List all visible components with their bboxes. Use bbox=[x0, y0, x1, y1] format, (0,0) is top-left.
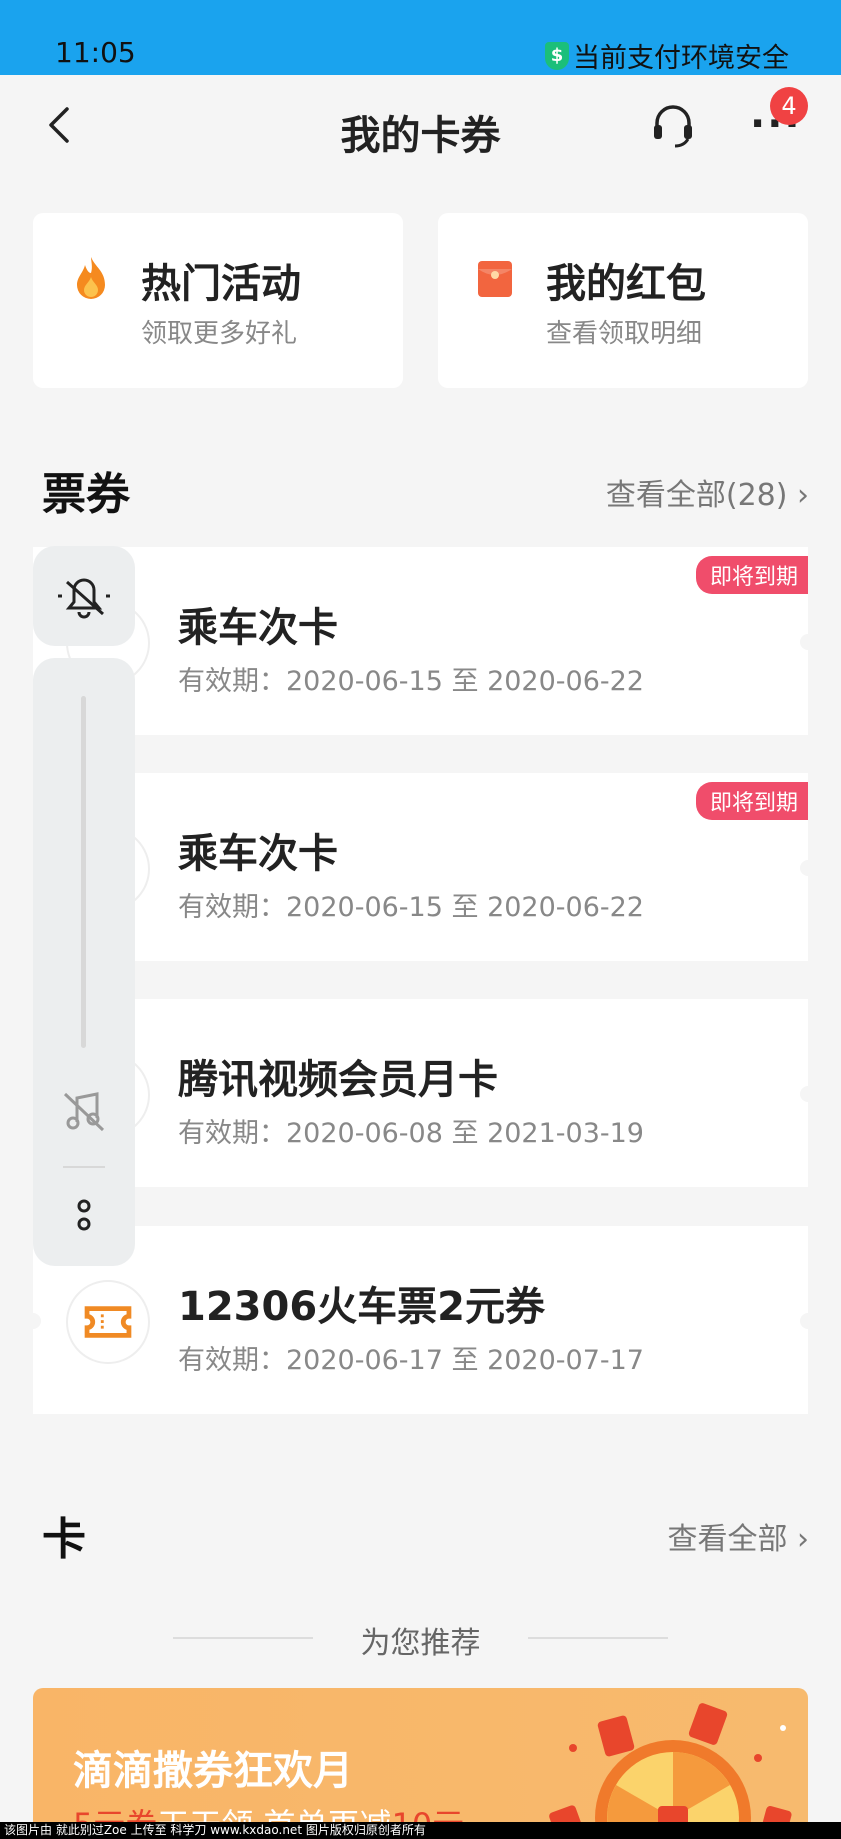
expiring-badge: 即将到期 bbox=[695, 782, 808, 820]
flame-icon bbox=[77, 257, 105, 299]
recommend-label: 为您推荐 bbox=[360, 1626, 481, 1661]
floating-mute-button[interactable] bbox=[33, 546, 135, 646]
floating-volume-panel bbox=[33, 658, 135, 1266]
nav-bar: 我的卡券 ··· 4 bbox=[0, 75, 841, 180]
cards-see-all-link[interactable]: 查看全部 › bbox=[667, 1514, 809, 1558]
notification-badge: 4 bbox=[770, 87, 808, 125]
ticket-notch bbox=[800, 1086, 816, 1102]
see-all-label: 查看全部(28) bbox=[605, 478, 788, 513]
ticket-notch bbox=[25, 1313, 41, 1329]
chevron-right-icon: › bbox=[797, 478, 809, 513]
ticket-name: 腾讯视频会员月卡 bbox=[178, 1057, 498, 1103]
tickets-section-title: 票券 bbox=[42, 469, 130, 520]
tickets-see-all-link[interactable]: 查看全部(28) › bbox=[606, 470, 809, 514]
secure-payment-indicator: $ 当前支付环境安全 bbox=[545, 36, 789, 75]
status-time: 11:05 bbox=[55, 36, 136, 69]
status-bar: 11:05 $ 当前支付环境安全 bbox=[0, 0, 841, 75]
bell-muted-icon bbox=[58, 578, 110, 619]
shield-icon: $ bbox=[545, 41, 569, 70]
my-red-packets-card[interactable]: 我的红包 查看领取明细 bbox=[438, 213, 808, 388]
ticket-validity: 有效期：2020-06-17 至 2020-07-17 bbox=[178, 1345, 644, 1376]
train-ticket-icon bbox=[84, 1306, 132, 1338]
music-muted-icon[interactable] bbox=[59, 1086, 109, 1136]
quick-card-title: 我的红包 bbox=[546, 261, 706, 307]
more-options-icon[interactable] bbox=[69, 1196, 99, 1236]
ticket-item[interactable]: 12306火车票2元券 有效期：2020-06-17 至 2020-07-17 bbox=[25, 1226, 816, 1414]
ticket-name: 乘车次卡 bbox=[178, 831, 338, 877]
ticket-validity: 有效期：2020-06-08 至 2021-03-19 bbox=[178, 1118, 644, 1149]
ticket-item[interactable]: 腾讯视频会员月卡 有效期：2020-06-08 至 2021-03-19 bbox=[33, 999, 816, 1187]
promo-banner[interactable]: 滴滴撒券狂欢月 5元券天天领 首单再减10元 bbox=[33, 1688, 808, 1839]
volume-slider[interactable] bbox=[81, 696, 86, 1048]
ticket-icon bbox=[66, 1280, 150, 1364]
ticket-name: 12306火车票2元券 bbox=[178, 1284, 545, 1330]
ticket-notch bbox=[800, 860, 816, 876]
ticket-item[interactable]: 乘车次卡 有效期：2020-06-15 至 2020-06-22 即将到期 bbox=[33, 773, 816, 961]
ticket-validity: 有效期：2020-06-15 至 2020-06-22 bbox=[178, 666, 644, 697]
quick-card-title: 热门活动 bbox=[141, 261, 301, 307]
customer-service-icon[interactable] bbox=[650, 103, 696, 149]
secure-text: 当前支付环境安全 bbox=[573, 43, 789, 74]
chevron-right-icon: › bbox=[797, 1522, 809, 1557]
page-title: 我的卡券 bbox=[340, 113, 501, 159]
prize-wheel-illustration bbox=[549, 1703, 792, 1839]
see-all-label: 查看全部 bbox=[667, 1522, 788, 1557]
ticket-notch bbox=[800, 1313, 816, 1329]
ticket-item[interactable]: 乘车次卡 有效期：2020-06-15 至 2020-06-22 即将到期 bbox=[33, 547, 816, 735]
watermark-footer: 该图片由 就此别过Zoe 上传至 科学刀 www.kxdao.net 图片版权归… bbox=[0, 1822, 841, 1839]
expiring-badge: 即将到期 bbox=[695, 556, 808, 594]
ticket-validity: 有效期：2020-06-15 至 2020-06-22 bbox=[178, 892, 644, 923]
hot-activities-card[interactable]: 热门活动 领取更多好礼 bbox=[33, 213, 403, 388]
quick-card-subtitle: 领取更多好礼 bbox=[141, 319, 298, 349]
divider-right bbox=[528, 1637, 668, 1639]
cards-section-title: 卡 bbox=[42, 1514, 86, 1565]
divider bbox=[63, 1166, 105, 1168]
ticket-name: 乘车次卡 bbox=[178, 605, 338, 651]
quick-card-subtitle: 查看领取明细 bbox=[546, 319, 703, 349]
banner-title: 滴滴撒券狂欢月 bbox=[73, 1748, 353, 1794]
ticket-notch bbox=[800, 634, 816, 650]
red-envelope-icon bbox=[478, 261, 512, 297]
